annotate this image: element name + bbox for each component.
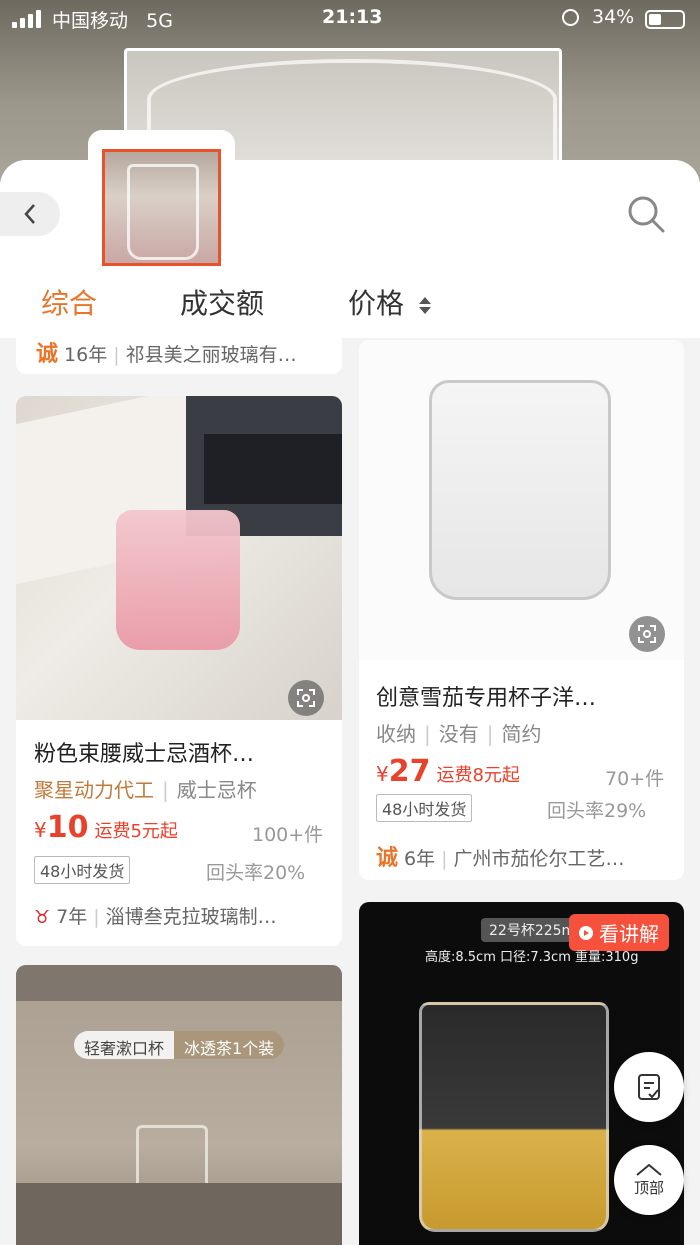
product-specs: 高度:8.5cm 口径:7.3cm 重量:310g [425,950,639,965]
back-to-top-label: 顶部 [633,1178,664,1197]
shop-info: 诚 6年 | 广州市茄伦尔工艺… [376,840,676,872]
image-search-icon[interactable] [288,680,324,716]
repeat-rate: 回头率29% [547,800,647,822]
cheng-badge-icon: 诚 [376,846,399,871]
product-title: 创意雪茄专用杯子洋… [376,686,597,711]
chevron-left-icon [24,204,35,224]
back-button[interactable] [0,192,60,236]
product-title: 粉色束腰威士忌酒杯… [34,742,255,767]
product-card[interactable]: 粉色束腰威士忌酒杯… 聚星动力代工 | 威士忌杯 ¥10 运费5元起 100+件 48… [16,396,342,946]
clipboard-icon [638,1074,660,1100]
sort-tabs: 综合 成交额 价格 [0,282,700,332]
signal-icon [12,10,41,28]
selected-image-thumbnail [102,149,221,266]
repeat-rate: 回头率20% [206,862,306,884]
feedback-button[interactable] [614,1052,684,1122]
shipping-badge: 48小时发货 [376,794,473,822]
clock: 21:13 [322,6,383,28]
tab-price[interactable]: 价格 [348,282,431,322]
carrier-name: 中国移动 5G [52,10,173,32]
tab-price-label: 价格 [348,287,405,320]
shop-info: ♉ 7年 | 淄博叁克拉玻璃制… [34,906,277,928]
shipping-badge: 48小时发货 [34,856,131,884]
sold-count: 70+件 [605,768,665,790]
rotation-lock-icon [562,9,579,26]
back-to-top-button[interactable]: 顶部 [614,1145,684,1215]
product-tags: 聚星动力代工 | 威士忌杯 [34,778,257,802]
play-icon [579,925,593,940]
chevron-up-icon [636,1163,662,1176]
product-card[interactable]: 轻奢漱口杯 冰透茶1个装 [16,965,342,1245]
selected-image-thumbnail-tab[interactable] [88,130,235,275]
product-tags: 收纳 | 没有 | 简约 [376,722,542,746]
shop-info: 诚 16年 | 祁县美之丽玻璃有… [36,336,336,368]
product-card[interactable]: 创意雪茄专用杯子洋… 收纳 | 没有 | 简约 ¥27 运费8元起 70+件 48小时发货… [359,340,684,880]
image-labels: 轻奢漱口杯 冰透茶1个装 [74,1031,285,1059]
sold-count: 100+件 [252,824,324,846]
bull-badge-icon: ♉ [34,907,51,928]
live-explain-label: 看讲解 [599,922,659,946]
status-bar: 中国移动 5G 21:13 34% [0,0,700,38]
product-price: ¥27 运费8元起 [376,754,520,789]
product-image [16,396,342,720]
search-icon [628,196,665,233]
cheng-badge-icon: 诚 [36,342,59,367]
sort-arrows-icon [418,296,431,314]
results-sheet: 综合 成交额 价格 诚 16年 | 祁县美之丽玻璃有… 粉色束腰威士忌酒杯… 聚星动力… [0,160,700,1245]
battery-icon [645,10,685,29]
image-search-icon[interactable] [629,616,665,652]
product-price: ¥10 运费5元起 [34,810,178,845]
search-button[interactable] [624,192,668,236]
tab-sales-volume[interactable]: 成交额 [180,282,264,322]
product-image [359,340,684,660]
product-image [16,965,342,1245]
battery-percent: 34% [592,6,635,28]
tab-comprehensive[interactable]: 综合 [41,282,97,322]
